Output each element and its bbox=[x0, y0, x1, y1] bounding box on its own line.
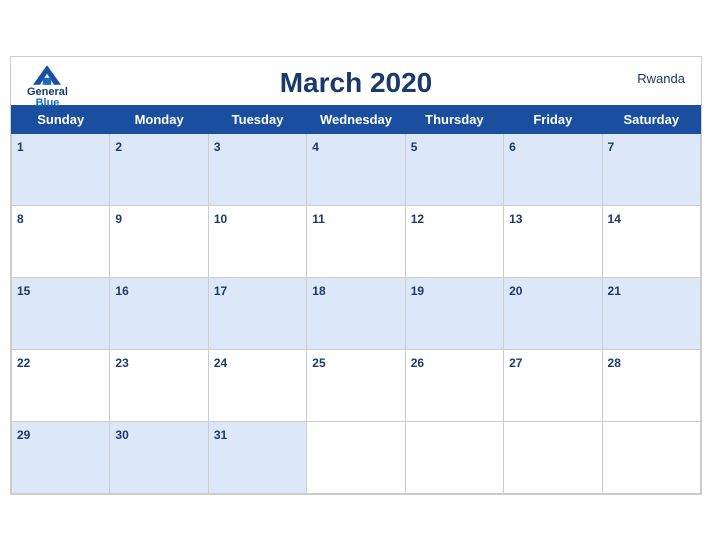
day-number: 16 bbox=[115, 284, 128, 298]
calendar-cell: 10 bbox=[208, 205, 306, 277]
day-number: 20 bbox=[509, 284, 522, 298]
calendar-header: General Blue March 2020 Rwanda bbox=[11, 57, 701, 105]
week-row-2: 8 9 10 11 12 13 14 bbox=[12, 205, 701, 277]
calendar-cell: 16 bbox=[110, 277, 208, 349]
header-saturday: Saturday bbox=[602, 105, 700, 133]
day-number: 9 bbox=[115, 212, 122, 226]
day-number: 1 bbox=[17, 140, 24, 154]
calendar-cell: 3 bbox=[208, 133, 306, 205]
day-number: 7 bbox=[608, 140, 615, 154]
calendar-cell: 8 bbox=[12, 205, 110, 277]
calendar-title: March 2020 bbox=[280, 67, 433, 99]
calendar-cell: 7 bbox=[602, 133, 700, 205]
week-row-5: 29 30 31 bbox=[12, 421, 701, 493]
calendar-cell: 18 bbox=[307, 277, 405, 349]
header-thursday: Thursday bbox=[405, 105, 503, 133]
calendar-cell bbox=[504, 421, 602, 493]
day-number: 25 bbox=[312, 356, 325, 370]
day-number: 3 bbox=[214, 140, 221, 154]
calendar-cell: 30 bbox=[110, 421, 208, 493]
calendar: General Blue March 2020 Rwanda Sunday Mo… bbox=[10, 56, 702, 495]
logo-icon bbox=[33, 65, 61, 85]
calendar-cell: 6 bbox=[504, 133, 602, 205]
calendar-cell: 9 bbox=[110, 205, 208, 277]
calendar-cell: 13 bbox=[504, 205, 602, 277]
day-number: 17 bbox=[214, 284, 227, 298]
calendar-cell: 29 bbox=[12, 421, 110, 493]
calendar-cell: 5 bbox=[405, 133, 503, 205]
week-row-1: 1 2 3 4 5 6 7 bbox=[12, 133, 701, 205]
header-friday: Friday bbox=[504, 105, 602, 133]
calendar-table: Sunday Monday Tuesday Wednesday Thursday… bbox=[11, 105, 701, 494]
country-label: Rwanda bbox=[637, 71, 685, 86]
day-number: 22 bbox=[17, 356, 30, 370]
header-monday: Monday bbox=[110, 105, 208, 133]
calendar-cell: 20 bbox=[504, 277, 602, 349]
day-number: 15 bbox=[17, 284, 30, 298]
day-number: 13 bbox=[509, 212, 522, 226]
day-number: 14 bbox=[608, 212, 621, 226]
calendar-cell: 15 bbox=[12, 277, 110, 349]
calendar-cell: 28 bbox=[602, 349, 700, 421]
day-number: 4 bbox=[312, 140, 319, 154]
calendar-cell: 24 bbox=[208, 349, 306, 421]
day-number: 18 bbox=[312, 284, 325, 298]
header-wednesday: Wednesday bbox=[307, 105, 405, 133]
calendar-cell: 26 bbox=[405, 349, 503, 421]
day-number: 6 bbox=[509, 140, 516, 154]
calendar-cell: 22 bbox=[12, 349, 110, 421]
calendar-cell: 21 bbox=[602, 277, 700, 349]
calendar-cell: 19 bbox=[405, 277, 503, 349]
day-number: 26 bbox=[411, 356, 424, 370]
day-number: 11 bbox=[312, 212, 325, 226]
day-number: 2 bbox=[115, 140, 122, 154]
logo: General Blue bbox=[27, 65, 68, 109]
calendar-cell bbox=[602, 421, 700, 493]
day-number: 30 bbox=[115, 428, 128, 442]
day-number: 8 bbox=[17, 212, 24, 226]
calendar-cell: 27 bbox=[504, 349, 602, 421]
day-number: 27 bbox=[509, 356, 522, 370]
day-number: 19 bbox=[411, 284, 424, 298]
calendar-cell: 1 bbox=[12, 133, 110, 205]
day-number: 12 bbox=[411, 212, 424, 226]
day-number: 10 bbox=[214, 212, 227, 226]
calendar-cell: 23 bbox=[110, 349, 208, 421]
day-number: 23 bbox=[115, 356, 128, 370]
week-row-3: 15 16 17 18 19 20 21 bbox=[12, 277, 701, 349]
calendar-cell: 2 bbox=[110, 133, 208, 205]
calendar-cell: 17 bbox=[208, 277, 306, 349]
day-number: 24 bbox=[214, 356, 227, 370]
calendar-cell: 11 bbox=[307, 205, 405, 277]
week-row-4: 22 23 24 25 26 27 28 bbox=[12, 349, 701, 421]
day-number: 29 bbox=[17, 428, 30, 442]
calendar-cell: 14 bbox=[602, 205, 700, 277]
calendar-cell bbox=[307, 421, 405, 493]
day-number: 5 bbox=[411, 140, 418, 154]
calendar-cell: 4 bbox=[307, 133, 405, 205]
logo-blue: Blue bbox=[36, 98, 60, 109]
calendar-cell: 31 bbox=[208, 421, 306, 493]
day-number: 21 bbox=[608, 284, 621, 298]
weekday-header-row: Sunday Monday Tuesday Wednesday Thursday… bbox=[12, 105, 701, 133]
logo-general: General bbox=[27, 87, 68, 98]
day-number: 31 bbox=[214, 428, 227, 442]
calendar-cell: 25 bbox=[307, 349, 405, 421]
calendar-cell: 12 bbox=[405, 205, 503, 277]
header-tuesday: Tuesday bbox=[208, 105, 306, 133]
calendar-cell bbox=[405, 421, 503, 493]
header-sunday: Sunday bbox=[12, 105, 110, 133]
day-number: 28 bbox=[608, 356, 621, 370]
